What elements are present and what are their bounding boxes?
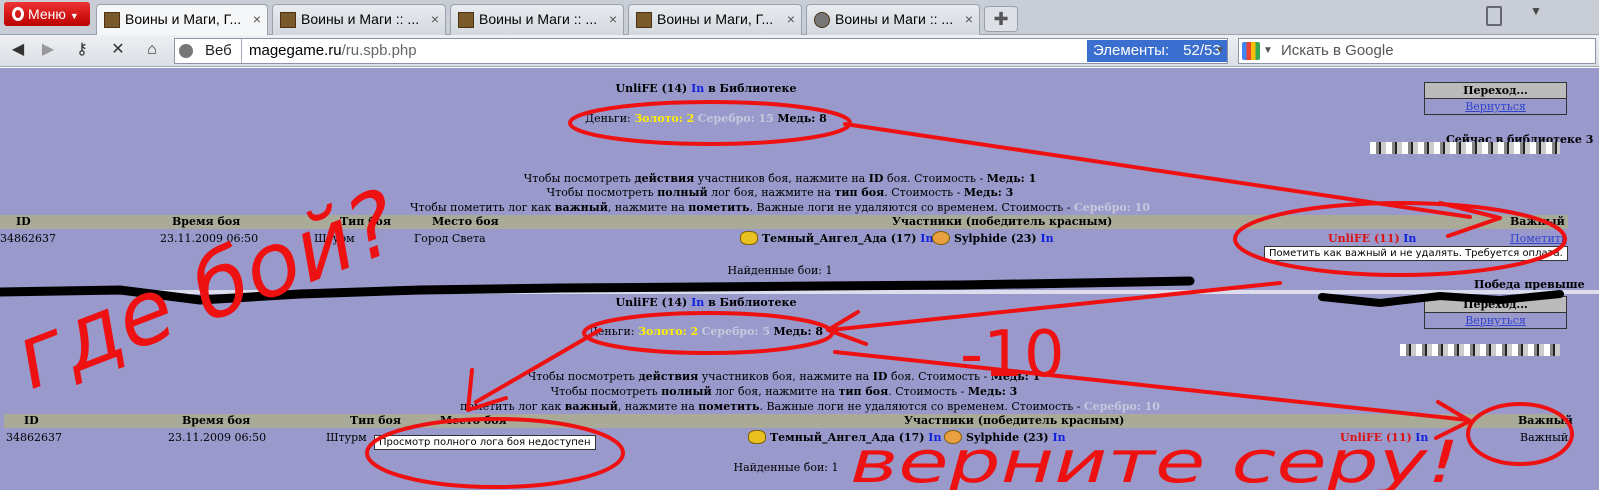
arrow-line: [474, 328, 602, 404]
circle-mark: [582, 311, 834, 355]
arrow-line: [833, 350, 1470, 422]
marker-annotations: где бой? -10 верните серу!: [0, 100, 1574, 490]
circle-mark: [1466, 402, 1574, 466]
circle-mark: [1233, 201, 1567, 277]
arrow-line: [843, 122, 1472, 219]
annotation-return-silver: верните серу!: [850, 428, 1460, 490]
black-scribble: [1318, 290, 1564, 307]
annotation-minus-ten: -10: [960, 318, 1065, 392]
circle-mark: [568, 100, 852, 146]
circle-mark: [365, 417, 625, 489]
